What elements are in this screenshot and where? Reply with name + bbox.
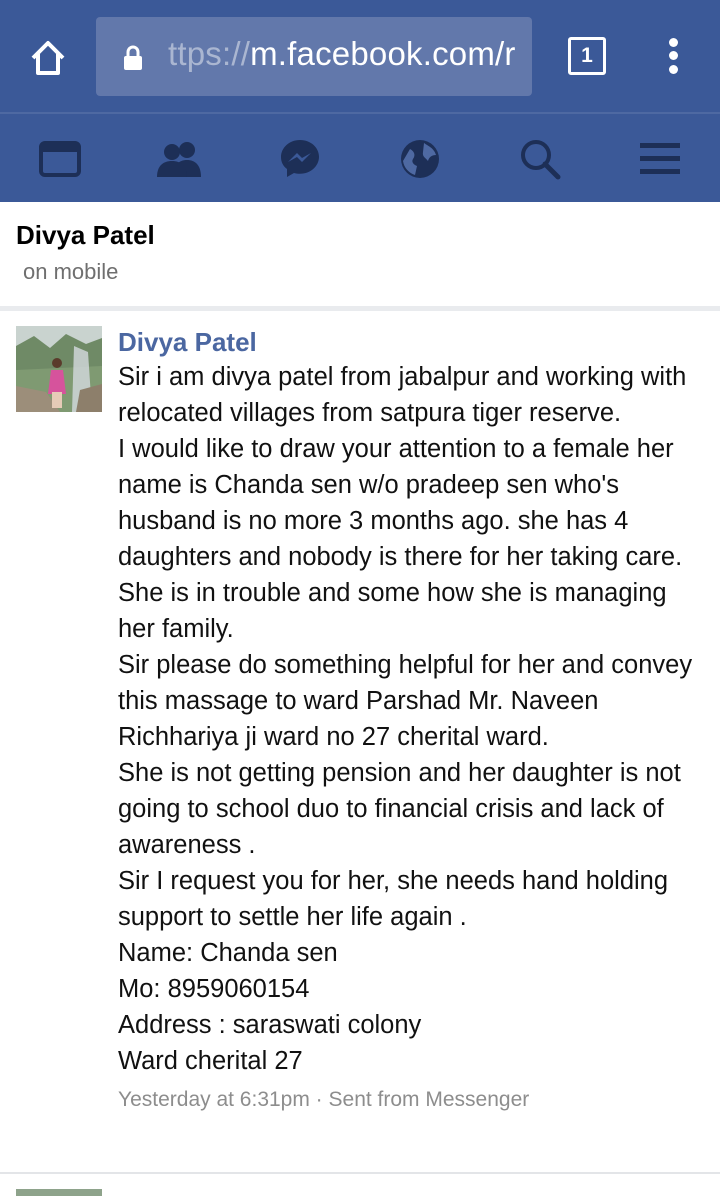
news-feed-icon[interactable] bbox=[35, 134, 85, 184]
facebook-nav-bar bbox=[0, 112, 720, 202]
messenger-icon[interactable] bbox=[275, 134, 325, 184]
home-icon bbox=[31, 41, 65, 75]
overflow-menu-icon[interactable] bbox=[660, 36, 688, 76]
message-bubble: Divya Patel Sir i am divya patel from ja… bbox=[118, 325, 708, 1115]
notifications-globe-icon[interactable] bbox=[395, 134, 445, 184]
conversation-title[interactable]: Divya Patel bbox=[16, 220, 155, 251]
url-scheme: ttps:// bbox=[168, 35, 251, 72]
tabs-button[interactable]: 1 bbox=[568, 37, 606, 75]
presence-status: on mobile bbox=[23, 259, 119, 284]
message-timestamp: Yesterday at 6:31pm · Sent from Messenge… bbox=[118, 1088, 530, 1111]
address-bar[interactable]: ttps://m.facebook.com/r bbox=[96, 17, 532, 96]
home-button[interactable] bbox=[20, 30, 76, 86]
friends-icon[interactable] bbox=[155, 134, 205, 184]
message-sender[interactable]: Divya Patel bbox=[118, 325, 708, 359]
search-icon[interactable] bbox=[515, 134, 565, 184]
browser-toolbar: ttps://m.facebook.com/r 1 bbox=[0, 0, 720, 112]
menu-icon[interactable] bbox=[635, 134, 685, 184]
url-text: ttps://m.facebook.com/r bbox=[168, 35, 516, 73]
message-divider bbox=[0, 1172, 720, 1174]
header-divider bbox=[0, 306, 720, 311]
lock-icon bbox=[124, 45, 142, 70]
avatar[interactable] bbox=[16, 326, 102, 412]
next-message-avatar[interactable] bbox=[16, 1189, 102, 1196]
conversation-header: Divya Patel on mobile bbox=[0, 202, 720, 306]
message-body: Sir i am divya patel from jabalpur and w… bbox=[118, 363, 693, 1075]
url-host: m.facebook.com/r bbox=[250, 35, 516, 72]
